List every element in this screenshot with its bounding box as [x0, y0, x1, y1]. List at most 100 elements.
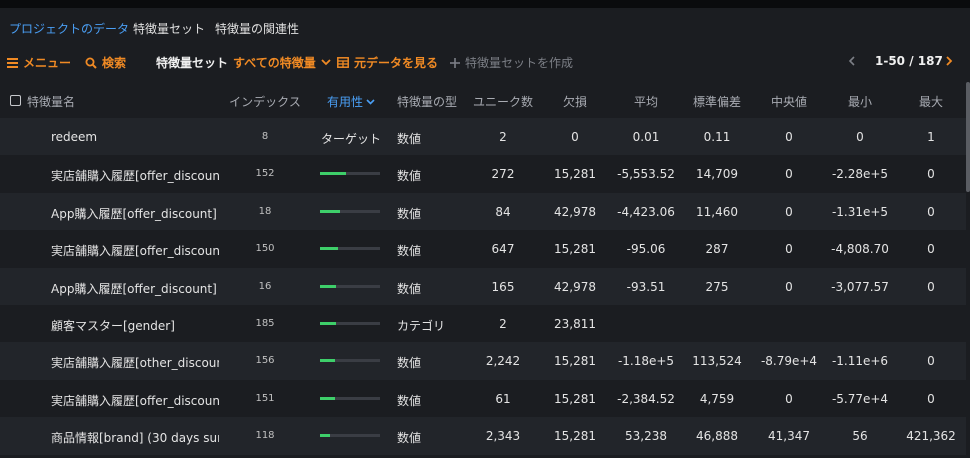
- table-row[interactable]: 商品情報[brand] (30 days sum) 118 数値 2,343 15,28…: [0, 417, 966, 455]
- view-source-label: 元データを見る: [354, 56, 439, 70]
- cell-unique: 2,343: [485, 429, 521, 444]
- cell-index: 185: [255, 317, 275, 329]
- cell-median: 0: [785, 167, 793, 182]
- cell-missing: 15,281: [554, 167, 596, 182]
- table-body: redeem ターゲット 8 数値 2 0 0.01 0.11 0 0 1 実店舗購入履歴[offer…: [0, 118, 966, 455]
- cell-feature-name[interactable]: 顧客マスター[gender]: [51, 317, 219, 334]
- cell-feature-name[interactable]: App購入履歴[offer_discount] (30: [51, 205, 219, 222]
- view-source-button[interactable]: 元データを見る: [337, 54, 438, 71]
- cell-unique: 2: [499, 130, 507, 144]
- cell-std: 0.11: [703, 130, 731, 144]
- cell-missing: 42,978: [554, 279, 596, 294]
- prev-page-icon[interactable]: [848, 55, 855, 69]
- cell-mean: 0.01: [632, 130, 660, 144]
- table-row[interactable]: App購入履歴[offer_discount] (30 16 数値 165 42,978…: [0, 267, 966, 305]
- cell-mean: -95.06: [626, 242, 666, 257]
- cell-index: 150: [255, 243, 275, 255]
- plus-icon: [450, 57, 460, 68]
- cell-median: 41,347: [768, 429, 810, 444]
- cell-min: -2.28e+5: [831, 167, 889, 182]
- cell-unique: 165: [491, 279, 515, 294]
- cell-median: -8.79e+4: [760, 354, 818, 369]
- cell-max: 0: [927, 354, 935, 369]
- cell-unique: 647: [491, 242, 515, 257]
- tab-bar: プロジェクトのデータ 特徴量セット 特徴量の関連性: [0, 8, 970, 44]
- col-unique[interactable]: ユニーク数: [473, 93, 533, 110]
- cell-max: 421,362: [906, 429, 956, 444]
- cell-min: -3,077.57: [831, 279, 889, 294]
- cell-median: 0: [785, 279, 793, 294]
- cell-min: -1.31e+5: [831, 204, 889, 219]
- cell-unique: 272: [491, 167, 515, 182]
- cell-mean: -5,553.52: [617, 167, 675, 182]
- table-row[interactable]: 実店舗購入履歴[other_discount] 156 数値 2,242 15,281 -…: [0, 342, 966, 380]
- cell-mean: -1.18e+5: [617, 354, 675, 369]
- cell-max: 0: [927, 391, 935, 406]
- cell-mean: -4,423.06: [617, 204, 675, 219]
- cell-unique: 61: [495, 391, 511, 406]
- tab-feature-sets[interactable]: 特徴量セット: [133, 20, 205, 37]
- table-row[interactable]: 顧客マスター[gender] 185 カテゴリ 2 23,811: [0, 304, 966, 343]
- cell-feature-name[interactable]: redeem: [51, 130, 219, 144]
- col-type[interactable]: 特徴量の型: [397, 93, 457, 110]
- cell-median: 0: [785, 130, 793, 144]
- featureset-value: すべての特徴量: [233, 56, 316, 70]
- cell-min: -1.11e+6: [831, 354, 889, 369]
- col-missing[interactable]: 欠損: [563, 93, 587, 110]
- col-importance[interactable]: 有用性: [327, 93, 375, 110]
- cell-type: 数値: [397, 206, 422, 221]
- importance-bar-fill: [320, 284, 337, 288]
- cell-feature-name[interactable]: 実店舗購入履歴[offer_discount] (: [51, 167, 219, 184]
- create-featureset-label: 特徴量セットを作成: [465, 56, 574, 70]
- table-icon: [337, 57, 349, 68]
- importance-bar: [320, 434, 380, 438]
- cell-feature-name[interactable]: 実店舗購入履歴[offer_discount] (: [51, 392, 219, 409]
- cell-feature-name[interactable]: 実店舗購入履歴[other_discount]: [51, 354, 219, 371]
- table-row[interactable]: 実店舗購入履歴[offer_discount] (151 数値 61 15,281 -2…: [0, 379, 966, 418]
- cell-type: 数値: [397, 431, 422, 446]
- cell-index: 152: [255, 168, 275, 180]
- col-std[interactable]: 標準偏差: [693, 93, 741, 110]
- cell-feature-name[interactable]: App購入履歴[offer_discount] (30: [51, 280, 219, 297]
- create-featureset-button[interactable]: 特徴量セットを作成: [450, 54, 573, 71]
- toolbar: メニュー 検索 特徴量セット すべての特徴量 元データを見る 特徴量セットを作成…: [0, 44, 970, 82]
- menu-button[interactable]: メニュー: [7, 54, 71, 71]
- table-row[interactable]: 実店舗購入履歴[offer_discount] (152 数値 272 15,281 -…: [0, 155, 966, 193]
- col-max[interactable]: 最大: [919, 93, 943, 110]
- cell-std: 46,888: [696, 429, 738, 444]
- col-name[interactable]: 特徴量名: [27, 93, 75, 110]
- scrollbar[interactable]: [966, 82, 970, 192]
- cell-missing: 15,281: [554, 391, 596, 406]
- col-median[interactable]: 中央値: [771, 93, 807, 110]
- select-all-checkbox[interactable]: [10, 95, 21, 106]
- table-row[interactable]: App購入履歴[offer_discount] (30 18 数値 84 42,978 -…: [0, 192, 966, 231]
- importance-bar: [320, 172, 380, 176]
- cell-std: 14,709: [696, 167, 738, 182]
- importance-bar: [320, 321, 380, 325]
- hamburger-icon: [7, 57, 18, 68]
- cell-median: 0: [785, 204, 793, 219]
- col-index[interactable]: インデックス: [229, 93, 301, 110]
- search-button[interactable]: 検索: [85, 54, 126, 71]
- table-row[interactable]: 実店舗購入履歴[offer_discount] (150 数値 647 15,281 -…: [0, 230, 966, 268]
- col-min[interactable]: 最小: [848, 93, 872, 110]
- tab-feature-relevance[interactable]: 特徴量の関連性: [215, 20, 299, 37]
- importance-bar-fill: [320, 321, 337, 325]
- table-row[interactable]: redeem ターゲット 8 数値 2 0 0.01 0.11 0 0 1: [0, 118, 966, 156]
- cell-target-label: ターゲット: [321, 132, 382, 146]
- col-mean[interactable]: 平均: [634, 93, 658, 110]
- cell-mean: -2,384.52: [617, 391, 675, 406]
- cell-std: 4,759: [699, 391, 735, 406]
- search-label: 検索: [102, 56, 127, 70]
- cell-std: 11,460: [696, 204, 738, 219]
- tab-project-data[interactable]: プロジェクトのデータ: [9, 20, 129, 37]
- featureset-selector[interactable]: 特徴量セット すべての特徴量: [156, 54, 331, 71]
- cell-missing: 15,281: [554, 429, 596, 444]
- cell-missing: 15,281: [554, 242, 596, 257]
- cell-feature-name[interactable]: 実店舗購入履歴[offer_discount] (: [51, 242, 219, 259]
- importance-bar-fill: [320, 247, 338, 251]
- cell-feature-name[interactable]: 商品情報[brand] (30 days sum): [51, 429, 219, 446]
- menu-label: メニュー: [23, 56, 72, 70]
- next-page-icon[interactable]: [946, 55, 953, 69]
- cell-unique: 2,242: [485, 354, 521, 369]
